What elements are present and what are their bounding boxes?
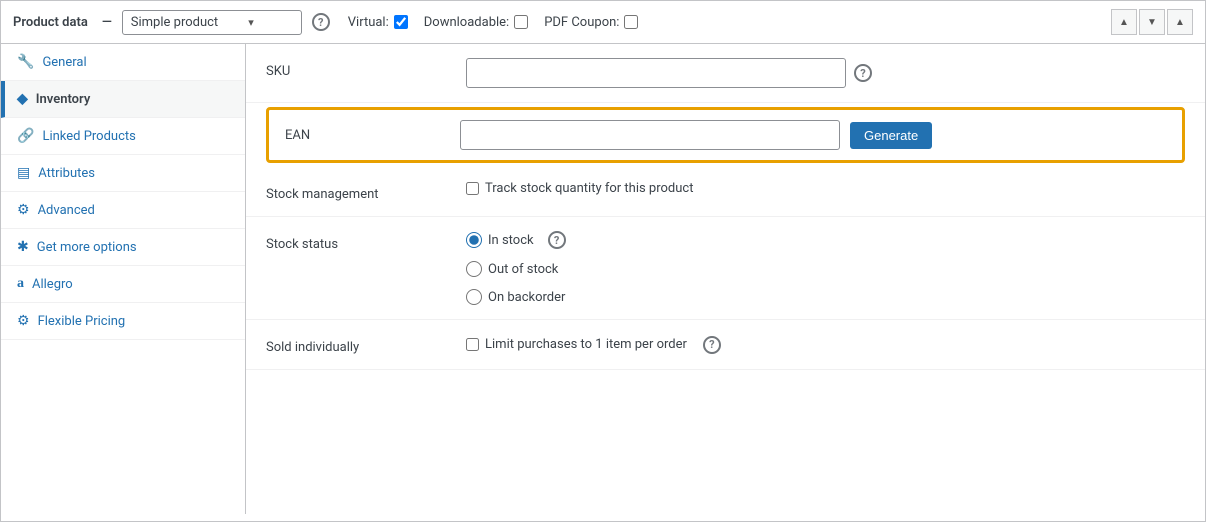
downloadable-option[interactable]: Downloadable:: [424, 15, 528, 30]
sidebar-item-label: Flexible Pricing: [38, 314, 126, 329]
stock-status-row: Stock status In stock ? Out of stock: [246, 217, 1205, 320]
virtual-checkbox[interactable]: [394, 15, 408, 29]
sku-label: SKU: [266, 58, 466, 79]
sold-individually-help-icon[interactable]: ?: [703, 336, 721, 354]
title-separator: —: [102, 15, 112, 30]
radio-instock[interactable]: [466, 232, 482, 248]
panel-body: 🔧 General ◆ Inventory 🔗 Linked Products …: [1, 44, 1205, 514]
virtual-label: Virtual:: [348, 15, 389, 30]
ean-input-wrap: Generate: [460, 120, 1166, 150]
stock-status-instock[interactable]: In stock ?: [466, 231, 566, 249]
generate-button[interactable]: Generate: [850, 122, 932, 149]
help-icon[interactable]: ?: [312, 13, 330, 31]
sidebar-item-label: General: [42, 55, 86, 70]
stock-status-radio-group: In stock ? Out of stock On backorder: [466, 231, 566, 305]
header-arrows: ▲ ▼ ▲: [1111, 9, 1193, 35]
radio-outofstock-label: Out of stock: [488, 262, 558, 277]
downloadable-checkbox[interactable]: [514, 15, 528, 29]
stock-management-checkbox-text: Track stock quantity for this product: [485, 181, 693, 196]
pdf-coupon-option[interactable]: PDF Coupon:: [544, 15, 638, 30]
pdf-coupon-label: PDF Coupon:: [544, 15, 619, 30]
sidebar-item-flexible-pricing[interactable]: ⚙ Flexible Pricing: [1, 303, 245, 340]
sku-field-wrap: ?: [466, 58, 1185, 88]
downloadable-label: Downloadable:: [424, 15, 509, 30]
stock-management-wrap: Track stock quantity for this product: [466, 181, 1185, 196]
panel-header: Product data — Simple product ▾ ? Virtua…: [1, 1, 1205, 44]
sidebar-item-linked-products[interactable]: 🔗 Linked Products: [1, 118, 245, 155]
toggle-button[interactable]: ▲: [1167, 9, 1193, 35]
stock-status-onbackorder[interactable]: On backorder: [466, 289, 566, 305]
stock-status-outofstock[interactable]: Out of stock: [466, 261, 566, 277]
radio-instock-label: In stock: [488, 233, 534, 248]
ean-row: EAN Generate: [266, 107, 1185, 163]
main-content: SKU ? EAN Generate Stock managemen: [246, 44, 1205, 514]
link-icon: 🔗: [17, 128, 34, 144]
stock-management-label: Stock management: [266, 181, 466, 202]
virtual-option[interactable]: Virtual:: [348, 15, 408, 30]
header-options: Virtual: Downloadable: PDF Coupon:: [348, 15, 639, 30]
diamond-icon: ◆: [17, 91, 28, 107]
radio-onbackorder[interactable]: [466, 289, 482, 305]
star-icon: ✱: [17, 239, 29, 255]
stock-status-help-icon[interactable]: ?: [548, 231, 566, 249]
sidebar-item-get-more-options[interactable]: ✱ Get more options: [1, 229, 245, 266]
pricing-gear-icon: ⚙: [17, 313, 30, 329]
wrench-icon: 🔧: [17, 54, 34, 70]
sidebar-item-label: Linked Products: [42, 129, 135, 144]
sold-individually-wrap: Limit purchases to 1 item per order ?: [466, 336, 1185, 354]
sidebar-item-label: Allegro: [32, 277, 73, 292]
stock-management-row: Stock management Track stock quantity fo…: [246, 167, 1205, 217]
sold-individually-checkbox-text: Limit purchases to 1 item per order: [485, 337, 687, 352]
sidebar-item-allegro[interactable]: a Allegro: [1, 266, 245, 303]
sidebar-item-general[interactable]: 🔧 General: [1, 44, 245, 81]
sku-help-icon[interactable]: ?: [854, 64, 872, 82]
sidebar-item-label: Advanced: [38, 203, 95, 218]
sidebar-item-label: Get more options: [37, 240, 137, 255]
ean-label: EAN: [285, 128, 460, 143]
sku-input[interactable]: [466, 58, 846, 88]
radio-outofstock[interactable]: [466, 261, 482, 277]
product-type-label: Simple product: [131, 15, 218, 30]
sidebar-item-advanced[interactable]: ⚙ Advanced: [1, 192, 245, 229]
sold-individually-checkbox[interactable]: [466, 338, 479, 351]
stock-management-checkbox-label[interactable]: Track stock quantity for this product: [466, 181, 693, 196]
list-icon: ▤: [17, 165, 30, 181]
sold-individually-row: Sold individually Limit purchases to 1 i…: [246, 320, 1205, 370]
stock-status-wrap: In stock ? Out of stock On backorder: [466, 231, 1185, 305]
radio-onbackorder-label: On backorder: [488, 290, 565, 305]
pdf-coupon-checkbox[interactable]: [624, 15, 638, 29]
sidebar-item-label: Inventory: [36, 92, 91, 107]
sidebar-item-inventory[interactable]: ◆ Inventory: [1, 81, 245, 118]
sidebar: 🔧 General ◆ Inventory 🔗 Linked Products …: [1, 44, 246, 514]
ean-input[interactable]: [460, 120, 840, 150]
sku-row: SKU ?: [246, 44, 1205, 103]
allegro-icon: a: [17, 276, 24, 292]
product-type-select[interactable]: Simple product ▾: [122, 10, 302, 35]
stock-management-checkbox[interactable]: [466, 182, 479, 195]
sold-individually-label: Sold individually: [266, 334, 466, 355]
panel-title: Product data: [13, 15, 88, 30]
sold-individually-checkbox-label[interactable]: Limit purchases to 1 item per order: [466, 337, 687, 352]
collapse-up-button[interactable]: ▲: [1111, 9, 1137, 35]
ean-row-wrapper: EAN Generate: [246, 103, 1205, 167]
sidebar-item-label: Attributes: [38, 166, 95, 181]
product-data-panel: Product data — Simple product ▾ ? Virtua…: [0, 0, 1206, 522]
chevron-down-icon: ▾: [248, 16, 254, 29]
collapse-down-button[interactable]: ▼: [1139, 9, 1165, 35]
stock-status-label: Stock status: [266, 231, 466, 252]
gear-icon: ⚙: [17, 202, 30, 218]
sidebar-item-attributes[interactable]: ▤ Attributes: [1, 155, 245, 192]
